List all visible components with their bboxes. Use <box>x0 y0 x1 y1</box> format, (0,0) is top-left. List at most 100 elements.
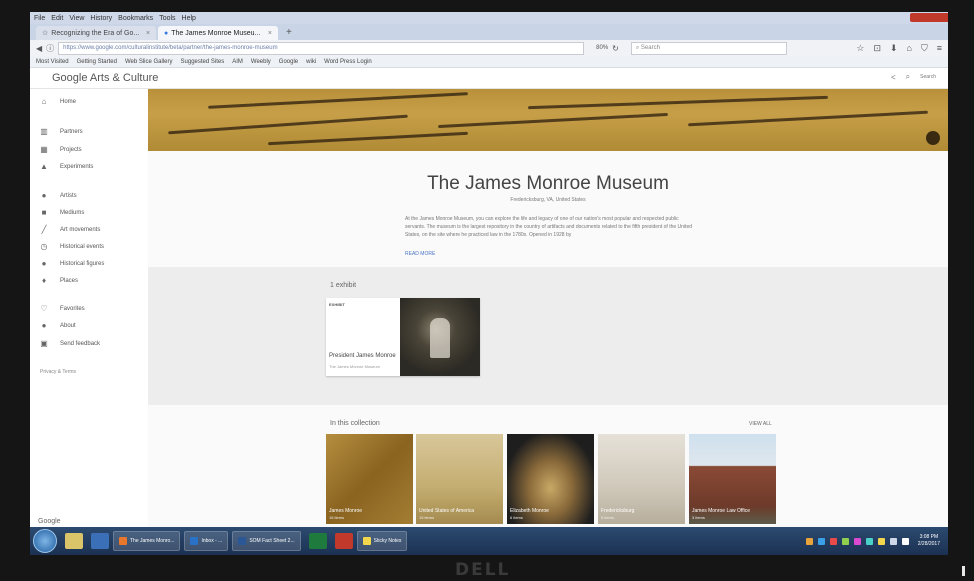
site-logo[interactable]: Google Arts & Culture <box>52 72 158 84</box>
hamburger-menu-icon[interactable]: ≡ <box>937 43 942 54</box>
tray-icon[interactable] <box>865 537 873 545</box>
sidebar-item-art-movements[interactable]: ╱ Art movements <box>40 225 101 234</box>
sidebar-item-label: Historical figures <box>60 260 105 267</box>
bookmark-weebly[interactable]: Weebly <box>251 59 271 65</box>
excel-icon[interactable] <box>308 533 327 549</box>
sidebar-item-label: Art movements <box>60 226 101 233</box>
star-icon[interactable]: ☆ <box>856 43 864 54</box>
collection-card[interactable]: Fredericksburg 5 items <box>598 434 685 524</box>
exhibit-card[interactable]: EXHIBIT President James Monroe The James… <box>326 298 480 376</box>
word-icon <box>238 537 247 545</box>
tray-icon[interactable] <box>817 537 825 545</box>
menu-bookmarks[interactable]: Bookmarks <box>118 15 153 22</box>
tab-favicon-icon: ☆ <box>42 30 49 37</box>
mediums-icon: ■ <box>41 208 47 217</box>
task-sticky-notes[interactable]: Sticky Notes <box>356 531 408 551</box>
bookmark-wiki[interactable]: wiki <box>306 59 316 65</box>
feedback-icon: ▣ <box>40 339 48 348</box>
collection-card[interactable]: James Monroe 16 items <box>326 434 413 524</box>
sidebar-item-experiments[interactable]: ▲ Experiments <box>40 162 93 171</box>
google-favicon-icon: ● <box>164 29 169 37</box>
close-icon[interactable]: × <box>146 30 150 37</box>
tray-icon[interactable] <box>805 537 813 545</box>
task-firefox[interactable]: The James Monro... <box>113 531 181 551</box>
zoom-level[interactable]: 80% <box>596 45 608 51</box>
sidebar-item-send-feedback[interactable]: ▣ Send feedback <box>40 339 100 348</box>
collection-card[interactable]: United States of America 15 items <box>416 434 503 524</box>
close-icon[interactable]: × <box>268 30 272 37</box>
bookmark-getting-started[interactable]: Getting Started <box>77 59 117 65</box>
window-controls[interactable] <box>910 13 948 22</box>
tab-recognizing[interactable]: ☆ Recognizing the Era of Go... × <box>36 26 156 40</box>
home-icon[interactable]: ⌂ <box>907 43 912 54</box>
reload-icon[interactable]: ↻ <box>612 44 619 53</box>
privacy-terms-link[interactable]: Privacy & Terms <box>40 369 76 375</box>
tray-icon[interactable] <box>853 537 861 545</box>
sidebar-item-favorites[interactable]: ♡ Favorites <box>40 304 84 313</box>
flag-icon[interactable] <box>877 537 885 545</box>
sidebar-item-mediums[interactable]: ■ Mediums <box>40 208 85 217</box>
view-all-link[interactable]: VIEW ALL <box>749 421 772 427</box>
sidebar-item-projects[interactable]: ▦ Projects <box>40 145 81 154</box>
info-icon[interactable]: ⓘ <box>46 43 54 54</box>
page-title: The James Monroe Museum <box>427 173 669 194</box>
browser-search-input[interactable]: ⌕ Search <box>630 41 787 55</box>
sidebar-item-historical-events[interactable]: ◷ Historical events <box>40 242 105 251</box>
start-button[interactable] <box>33 529 57 553</box>
volume-icon[interactable] <box>901 537 909 545</box>
exhibit-subtitle: The James Monroe Museum <box>329 364 380 369</box>
bookmark-web-slice[interactable]: Web Slice Gallery <box>125 59 173 65</box>
read-more-link[interactable]: READ MORE <box>405 251 435 257</box>
bookmark-aim[interactable]: AIM <box>232 59 243 65</box>
heart-icon: ♡ <box>40 304 48 313</box>
sidebar-item-label: Historical events <box>60 243 105 250</box>
menu-history[interactable]: History <box>90 15 112 22</box>
search-label[interactable]: Search <box>920 74 936 80</box>
tab-james-monroe[interactable]: ● The James Monroe Museu... × <box>158 26 278 40</box>
tab-bar: ☆ Recognizing the Era of Go... × ● The J… <box>30 24 948 40</box>
sidebar-item-partners[interactable]: ▥ Partners <box>40 127 82 136</box>
library-icon[interactable]: ⊡ <box>873 43 881 54</box>
menu-file[interactable]: File <box>34 15 45 22</box>
back-icon[interactable]: ◀ <box>36 44 42 53</box>
power-indicator <box>962 566 965 576</box>
projects-icon: ▦ <box>40 145 48 154</box>
collection-card[interactable]: James Monroe Law Office 3 items <box>689 434 776 524</box>
url-input[interactable]: https://www.google.com/culturalinstitute… <box>58 41 585 55</box>
menu-edit[interactable]: Edit <box>51 15 63 22</box>
tray-icon[interactable] <box>829 537 837 545</box>
download-icon[interactable]: ⬇ <box>890 43 898 54</box>
bookmark-most-visited[interactable]: Most Visited <box>36 59 69 65</box>
museum-info: The James Monroe Museum Fredericksburg, … <box>148 151 948 267</box>
bookmark-suggested[interactable]: Suggested Sites <box>181 59 225 65</box>
bookmark-google[interactable]: Google <box>279 59 298 65</box>
collection-card[interactable]: Elizabeth Monroe 6 items <box>507 434 594 524</box>
sidebar-item-label: Home <box>60 98 77 105</box>
menu-help[interactable]: Help <box>182 15 196 22</box>
sidebar-item-places[interactable]: ♦ Places <box>40 276 78 285</box>
sidebar-item-historical-figures[interactable]: ● Historical figures <box>40 259 105 268</box>
share-icon[interactable]: < <box>891 73 896 82</box>
sidebar-item-about[interactable]: ● About <box>40 321 76 330</box>
search-icon[interactable]: ⌕ <box>906 72 910 82</box>
menu-view[interactable]: View <box>69 15 84 22</box>
task-outlook[interactable]: Inbox - ... <box>184 531 229 551</box>
network-icon[interactable] <box>889 537 897 545</box>
bookmark-wordpress[interactable]: Word Press Login <box>324 59 372 65</box>
tray-icon[interactable] <box>841 537 849 545</box>
collection-card-count: 5 items <box>601 515 614 520</box>
task-word[interactable]: SOM Fact Sheet 2... <box>232 531 301 551</box>
sidebar-item-home[interactable]: ⌂ Home <box>40 97 76 106</box>
monitor-brand-logo: DELL <box>455 560 511 580</box>
sidebar-item-artists[interactable]: ● Artists <box>40 191 77 200</box>
hero-info-button[interactable] <box>926 131 940 145</box>
task-label: The James Monro... <box>130 538 175 544</box>
clock[interactable]: 3:08 PM 2/28/2017 <box>918 534 940 548</box>
access-icon[interactable] <box>334 533 353 549</box>
exhibits-section: 1 exhibit EXHIBIT President James Monroe… <box>148 267 948 405</box>
file-explorer-icon[interactable] <box>65 533 83 549</box>
new-tab-icon[interactable]: + <box>280 26 298 40</box>
pocket-icon[interactable]: ⛉ <box>921 43 928 54</box>
menu-tools[interactable]: Tools <box>159 15 175 22</box>
media-player-icon[interactable] <box>91 533 109 549</box>
